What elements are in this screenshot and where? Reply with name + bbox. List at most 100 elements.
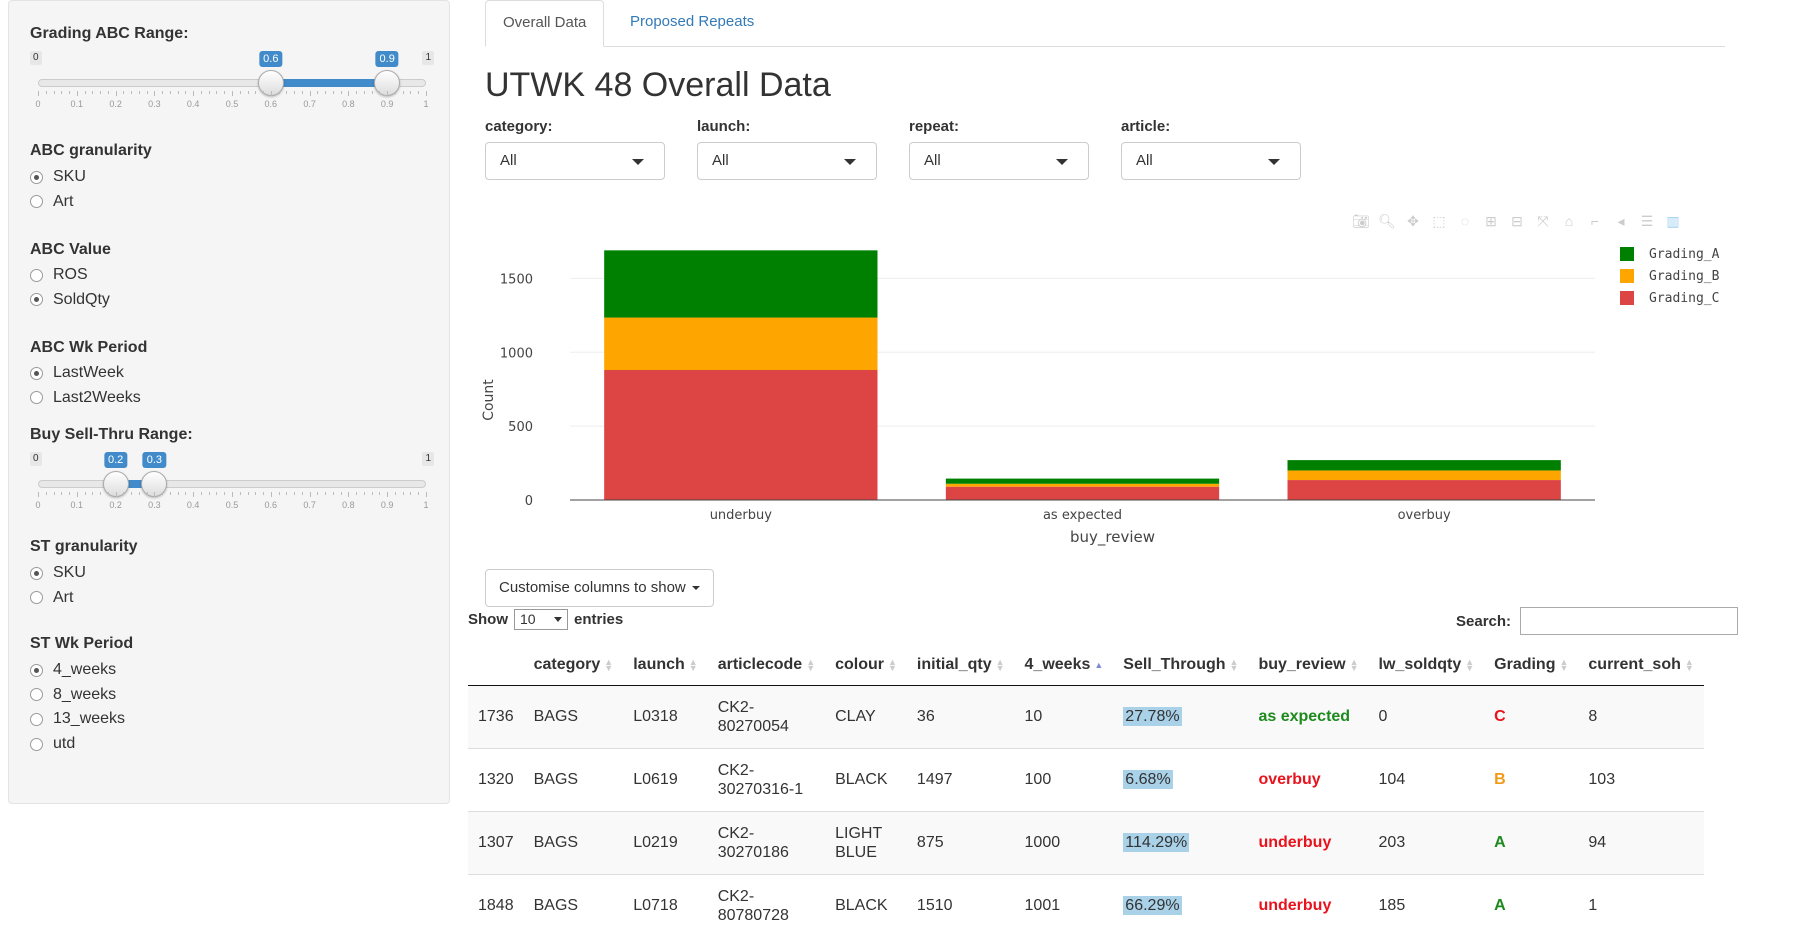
pan-icon[interactable]: ✥: [1404, 212, 1422, 230]
radio-icon[interactable]: [30, 688, 43, 702]
zoom-out-icon[interactable]: ⊟: [1508, 212, 1526, 230]
legend-item-grading_a[interactable]: Grading_A: [1620, 243, 1719, 265]
buy-range-min-label: 0: [30, 452, 42, 466]
sort-icon[interactable]: ▲ ▼: [1350, 657, 1359, 672]
table-cell-4_weeks: 1000: [1014, 810, 1114, 874]
sort-icon[interactable]: ▲ ▼: [996, 657, 1005, 672]
camera-icon[interactable]: 📷︎: [1352, 212, 1370, 230]
radio-icon[interactable]: [30, 268, 43, 282]
col-header-grading[interactable]: Grading ▲ ▼: [1484, 645, 1579, 686]
lasso-icon[interactable]: ◌: [1456, 212, 1474, 230]
st-wk-period-option-utd[interactable]: utd: [30, 735, 75, 753]
sort-icon[interactable]: ▲ ▼: [689, 657, 698, 672]
col-header-colour[interactable]: colour ▲ ▼: [825, 645, 907, 686]
entries-select-value: 10: [520, 611, 536, 627]
slider-minor-tick: [263, 492, 265, 495]
st-wk-period-option-4_weeks[interactable]: 4_weeks: [30, 661, 116, 679]
sort-icon[interactable]: ▲ ▼: [1685, 657, 1694, 672]
abc-value-option-soldqty[interactable]: SoldQty: [30, 291, 110, 309]
hover-closest-icon[interactable]: ◂: [1612, 212, 1630, 230]
st-wk-period-option-label: 8_weeks: [53, 685, 117, 703]
table-cell-current_soh: 1: [1578, 873, 1704, 930]
plotly-logo-icon[interactable]: ▥: [1664, 212, 1682, 230]
sort-icon[interactable]: ▲ ▼: [1559, 657, 1568, 672]
hover-compare-icon[interactable]: ☰: [1638, 212, 1656, 230]
slider-minor-tick: [356, 91, 358, 94]
spike-lines-icon[interactable]: ⌐: [1586, 212, 1604, 230]
customise-columns-button[interactable]: Customise columns to show: [485, 569, 714, 607]
col-header-buy_review[interactable]: buy_review ▲ ▼: [1248, 645, 1369, 686]
abc-wk-period-option-lastweek[interactable]: LastWeek: [30, 364, 124, 382]
col-header-4_weeks[interactable]: 4_weeks ▲: [1014, 645, 1114, 686]
cell-value: L0718: [633, 896, 678, 914]
grading-range-label: Grading ABC Range:: [30, 25, 189, 42]
table-row[interactable]: 1848 BAGS L0718 CK2-80780728 BLACK 1510 1001 66…: [468, 873, 1704, 930]
table-cell-colour: BLACK: [825, 747, 907, 811]
autoscale-icon[interactable]: ⤧: [1534, 212, 1552, 230]
abc-granularity-option-art[interactable]: Art: [30, 193, 73, 211]
entries-select[interactable]: 10: [514, 609, 568, 630]
category-select[interactable]: All: [485, 142, 665, 180]
st-granularity-option-sku[interactable]: SKU: [30, 564, 86, 582]
radio-icon[interactable]: [30, 195, 43, 209]
cell-value: 1510: [916, 896, 953, 914]
abc-wk-period-option-last2weeks[interactable]: Last2Weeks: [30, 389, 141, 407]
slider-tick-label: 0.9: [380, 99, 394, 109]
col-header-initial_qty[interactable]: initial_qty ▲ ▼: [906, 645, 1015, 686]
legend-item-grading_b[interactable]: Grading_B: [1620, 265, 1719, 287]
st-wk-period-option-8_weeks[interactable]: 8_weeks: [30, 686, 116, 704]
radio-icon[interactable]: [30, 293, 43, 307]
col-header-articlecode[interactable]: articlecode ▲ ▼: [707, 645, 826, 686]
slider-tick: [76, 91, 78, 96]
radio-icon[interactable]: [30, 366, 43, 380]
zoom-in-icon[interactable]: ⊞: [1482, 212, 1500, 230]
st-granularity-option-art[interactable]: Art: [30, 589, 73, 607]
sort-icon[interactable]: ▲ ▼: [888, 657, 897, 672]
buy-range-track[interactable]: [38, 480, 426, 488]
grading-value: A: [1494, 896, 1506, 914]
sort-icon[interactable]: ▲ ▼: [806, 657, 815, 672]
legend-item-grading_c[interactable]: Grading_C: [1620, 287, 1719, 309]
sort-icon[interactable]: ▲ ▼: [604, 657, 613, 672]
col-header-lw_soldqty[interactable]: lw_soldqty ▲ ▼: [1368, 645, 1485, 686]
radio-icon[interactable]: [30, 712, 43, 726]
radio-icon[interactable]: [30, 663, 43, 677]
repeat-select[interactable]: All: [909, 142, 1089, 180]
sort-icon[interactable]: ▲ ▼: [1465, 657, 1474, 672]
sort-icon[interactable]: ▲ ▼: [1230, 657, 1239, 672]
slider-minor-tick: [53, 492, 55, 495]
grading-range-slider[interactable]: 0 1 0.6 0.9 0 0.1 0.2 0.3 0.4 0.5 0.6 0.7 0.8 0.9 1: [30, 51, 434, 111]
radio-icon[interactable]: [30, 566, 43, 580]
sell-through-value: 6.68%: [1123, 769, 1173, 789]
buy-sell-thru-range-slider[interactable]: 0 1 0.2 0.3 0 0.1 0.2 0.3 0.4 0.5 0.6 0.7 0.8 0.9 1: [30, 452, 434, 512]
radio-icon[interactable]: [30, 391, 43, 405]
zoom-icon[interactable]: 🔍︎: [1378, 212, 1396, 230]
search-input[interactable]: [1520, 607, 1739, 635]
slider-minor-tick: [162, 91, 164, 94]
col-header-sell_through[interactable]: Sell_Through ▲ ▼: [1113, 645, 1249, 686]
reset-axes-icon[interactable]: ⌂: [1560, 212, 1578, 230]
radio-icon[interactable]: [30, 591, 43, 605]
legend-label: Grading_C: [1649, 290, 1720, 306]
sort-icon[interactable]: ▲: [1094, 660, 1103, 669]
tab-proposed-repeats[interactable]: Proposed Repeats: [613, 0, 771, 47]
slider-minor-tick: [131, 492, 133, 495]
col-header-launch[interactable]: launch ▲ ▼: [623, 645, 708, 686]
radio-icon[interactable]: [30, 170, 43, 184]
slider-minor-tick: [100, 91, 102, 94]
radio-icon[interactable]: [30, 737, 43, 751]
tab-overall-data[interactable]: Overall Data: [485, 0, 605, 47]
col-header-category[interactable]: category ▲ ▼: [523, 645, 624, 686]
abc-granularity-option-sku[interactable]: SKU: [30, 168, 86, 186]
cell-value: BLACK: [835, 897, 888, 915]
table-row[interactable]: 1307 BAGS L0219 CK2-30270186 LIGHT BLUE 875 10…: [468, 810, 1704, 874]
article-select[interactable]: All: [1121, 142, 1301, 180]
table-row[interactable]: 1736 BAGS L0318 CK2-80270054 CLAY 36 10 27.78% a…: [468, 684, 1704, 748]
st-wk-period-option-13_weeks[interactable]: 13_weeks: [30, 710, 125, 728]
table-row[interactable]: 1320 BAGS L0619 CK2-30270316-1 BLACK 1497 100 6…: [468, 747, 1704, 811]
box-select-icon[interactable]: ⬚: [1430, 212, 1448, 230]
col-header-current_soh[interactable]: current_soh ▲ ▼: [1578, 645, 1704, 686]
launch-select[interactable]: All: [697, 142, 877, 180]
abc-value-option-ros[interactable]: ROS: [30, 266, 88, 284]
table-cell-Sell_Through: 66.29%: [1113, 873, 1249, 930]
